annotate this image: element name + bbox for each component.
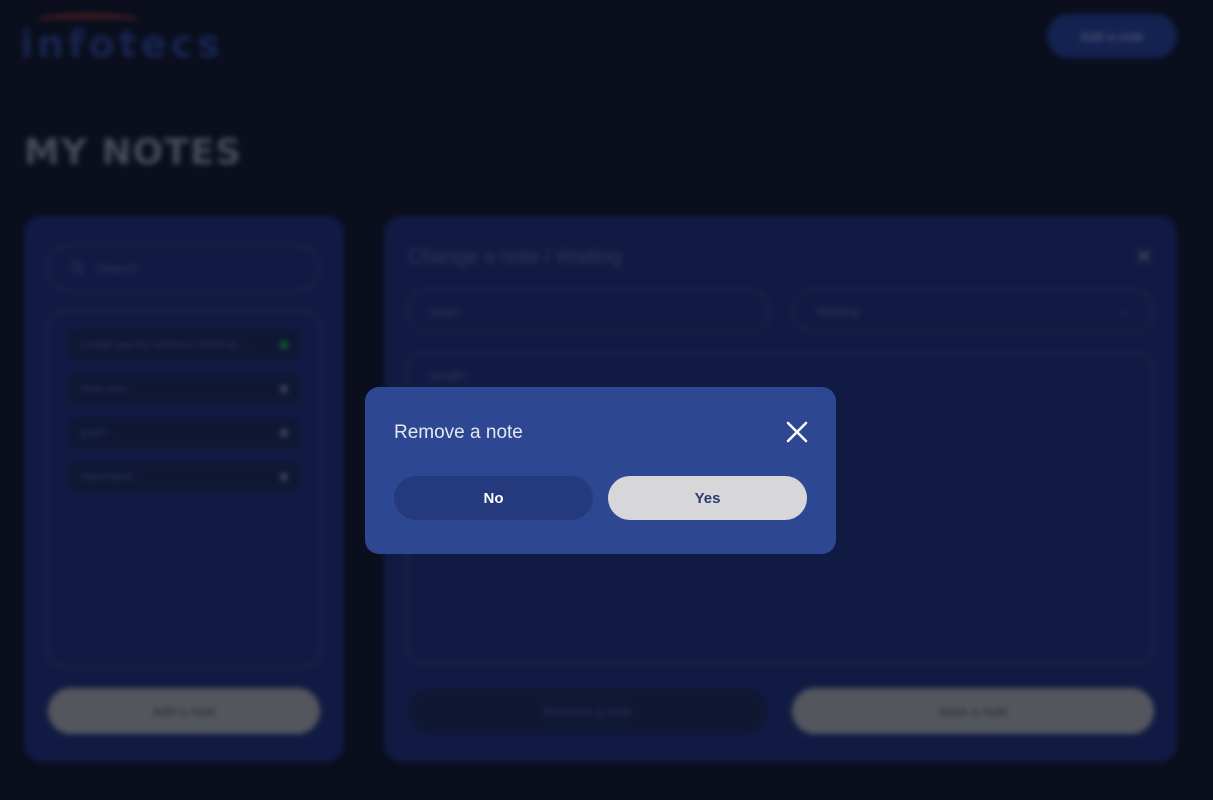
dialog-title: Remove a note	[394, 422, 523, 443]
close-icon[interactable]	[785, 420, 809, 444]
yes-button[interactable]: Yes	[608, 476, 807, 520]
remove-note-dialog: Remove a note No Yes	[365, 387, 836, 554]
no-button[interactable]: No	[394, 476, 593, 520]
